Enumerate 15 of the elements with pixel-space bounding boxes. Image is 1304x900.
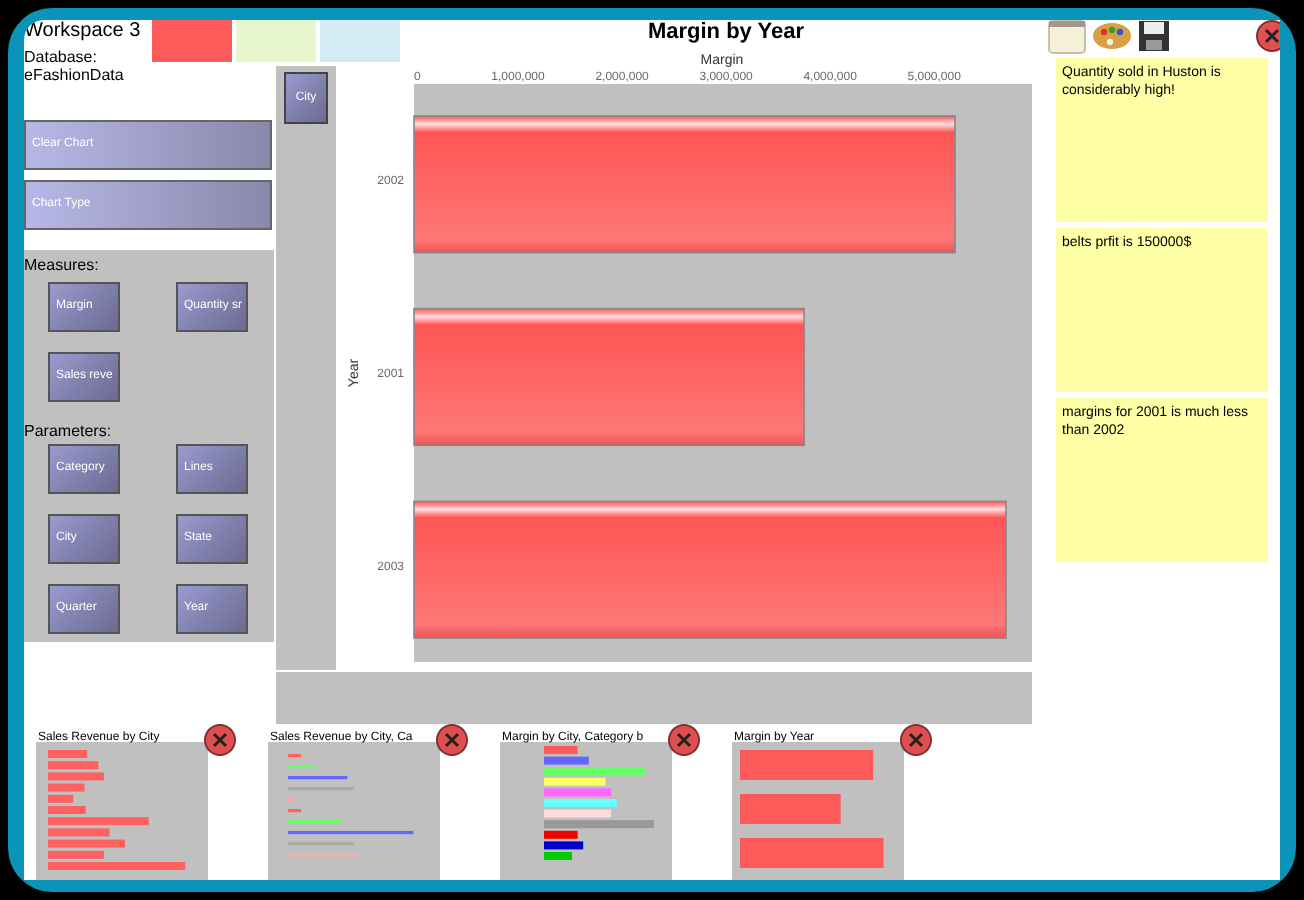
palette-icon[interactable] xyxy=(1092,20,1132,50)
database-name: eFashionData xyxy=(24,66,126,84)
color-swatch[interactable] xyxy=(320,20,400,62)
close-icon[interactable] xyxy=(1256,20,1280,52)
close-icon[interactable] xyxy=(668,724,700,756)
workspace-title: Workspace 3 xyxy=(24,20,143,44)
color-swatch[interactable] xyxy=(152,20,232,62)
close-icon[interactable] xyxy=(436,724,468,756)
color-swatch[interactable] xyxy=(236,20,316,62)
parameters-label: Parameters: xyxy=(24,422,114,442)
database-label: Database: xyxy=(24,48,99,66)
close-icon[interactable] xyxy=(900,724,932,756)
chart-title: Margin by Year xyxy=(647,20,805,44)
close-icon[interactable] xyxy=(204,724,236,756)
measures-label: Measures: xyxy=(24,256,101,276)
